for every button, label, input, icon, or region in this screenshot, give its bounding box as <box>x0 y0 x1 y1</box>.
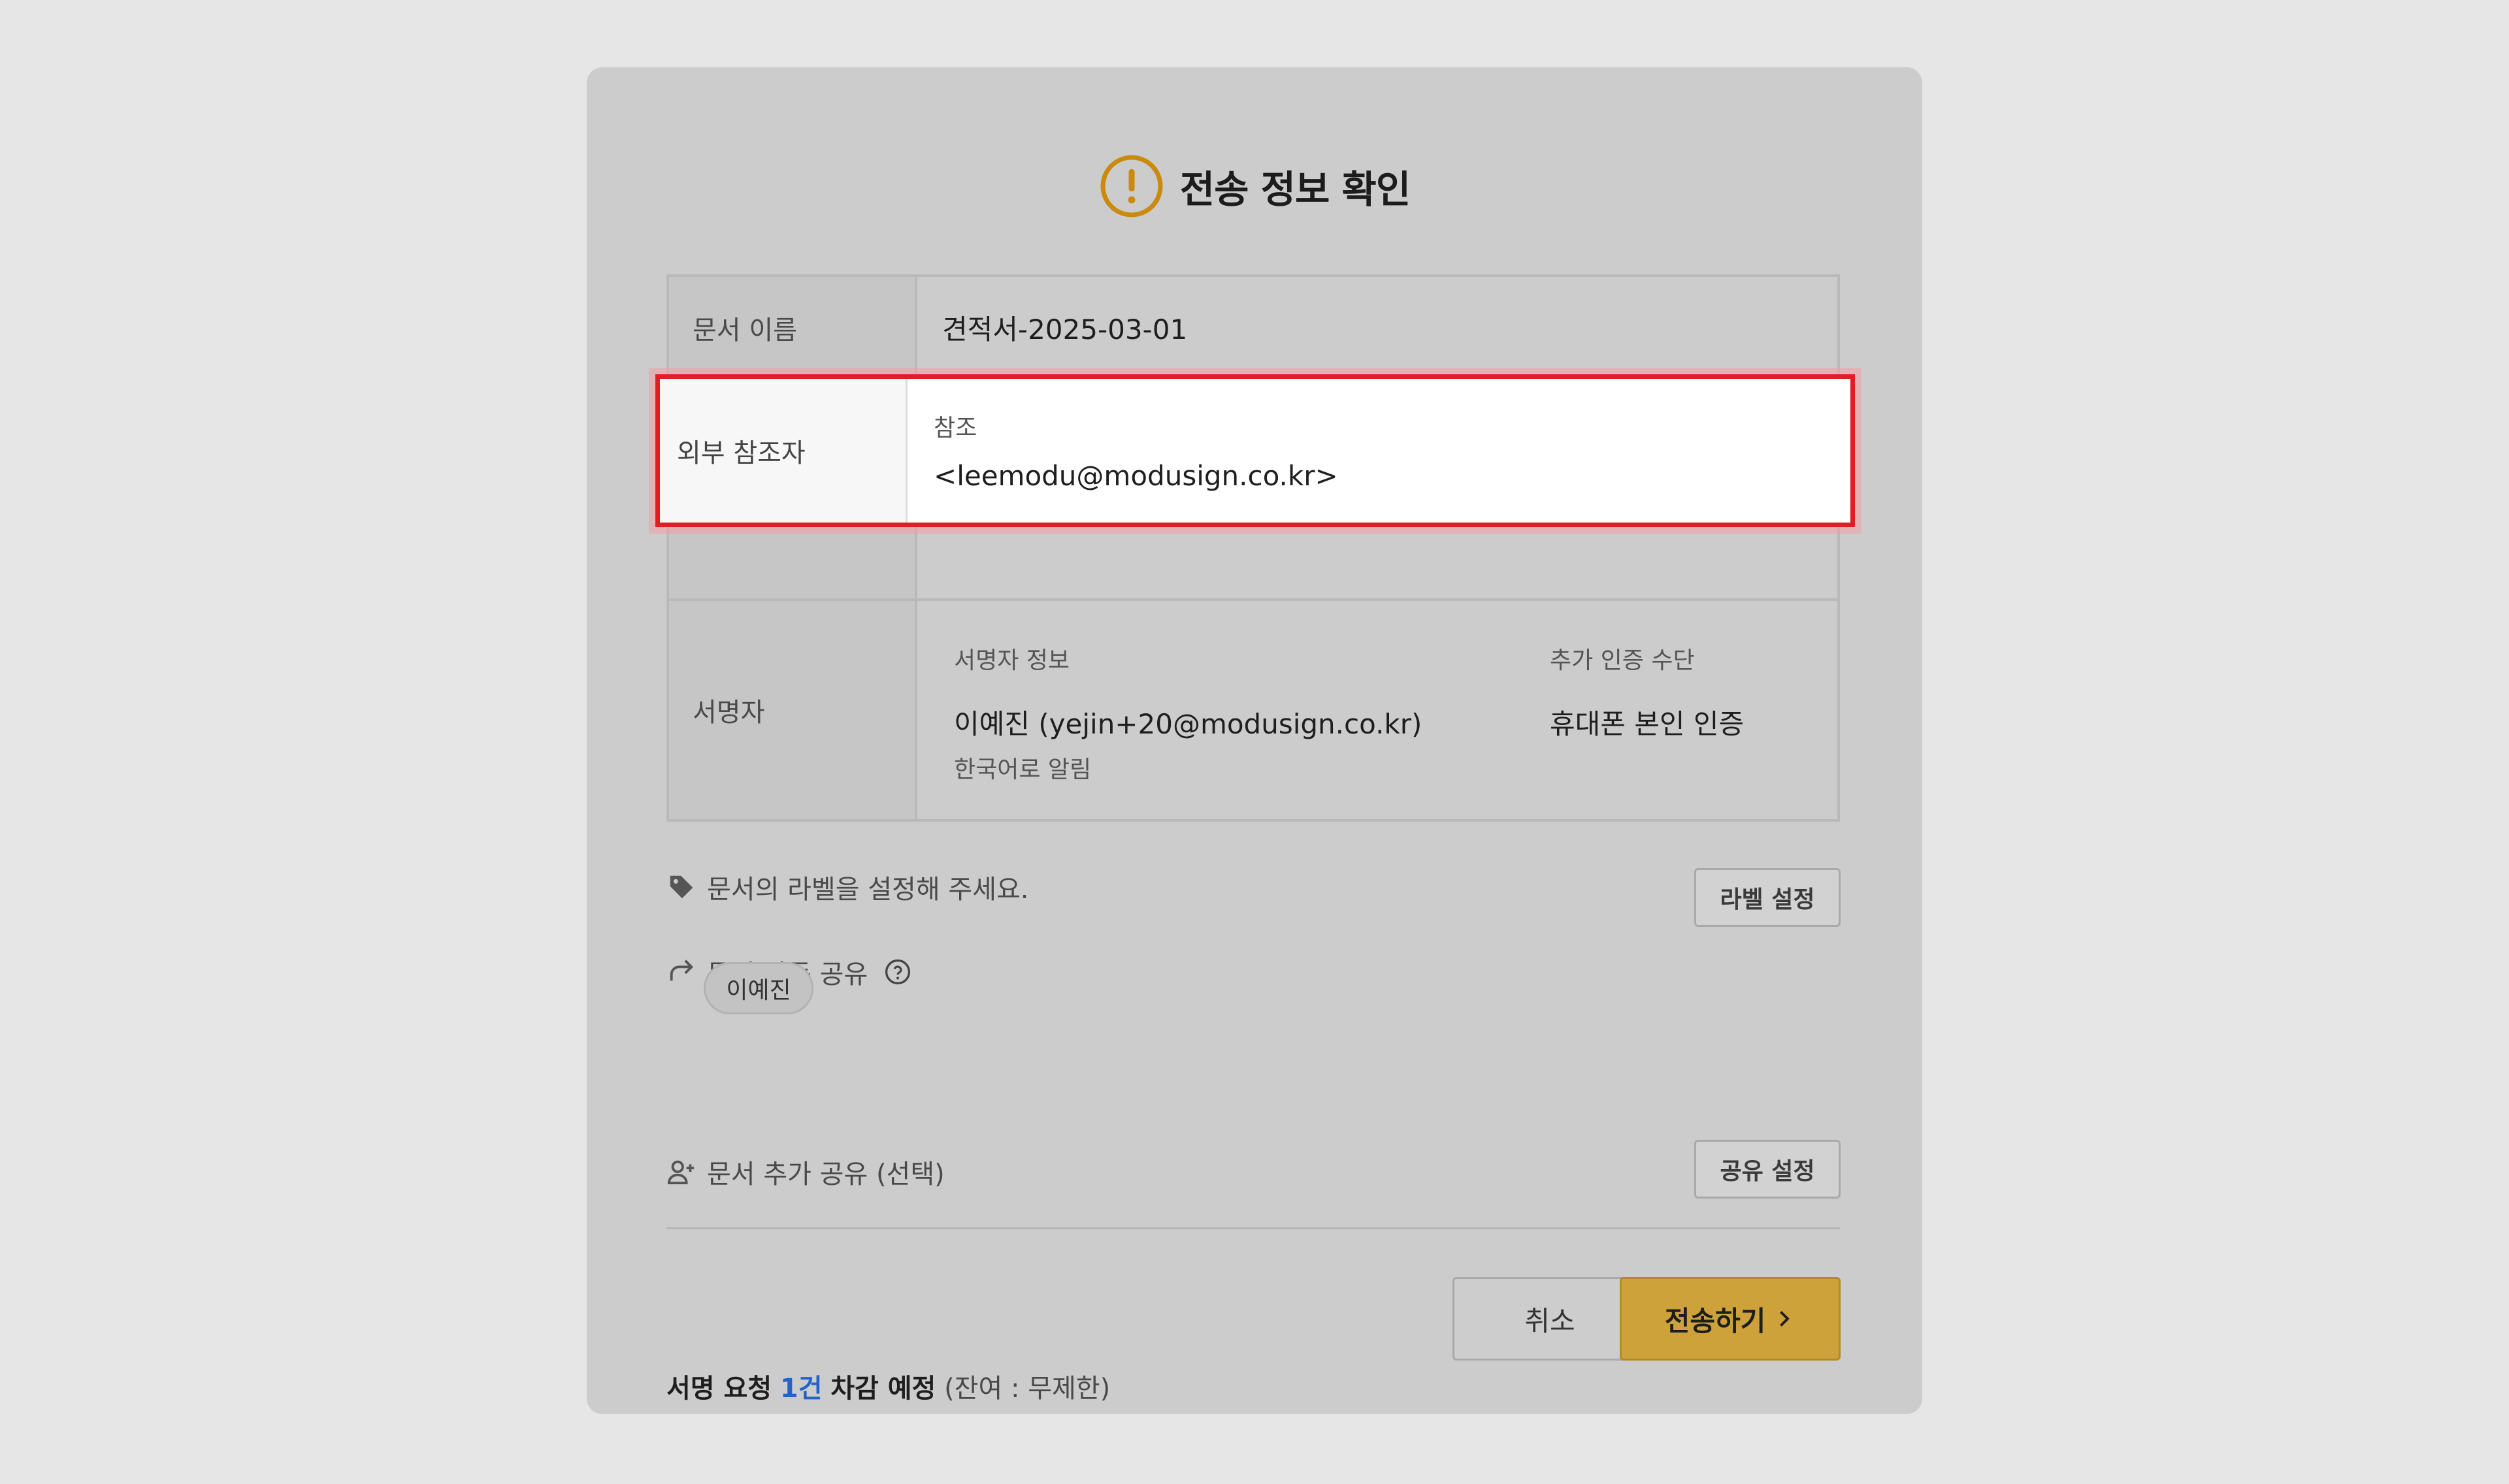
signer-info-header: 서명자 정보 <box>954 647 1070 674</box>
send-button-label: 전송하기 <box>1664 1304 1766 1337</box>
tag-icon <box>670 875 693 899</box>
usage-count: 1건 <box>779 1374 823 1404</box>
signer-label: 서명자 <box>669 601 917 819</box>
label-setting-button[interactable]: 라벨 설정 <box>1694 868 1841 927</box>
auto-share-recipient-chip: 이예진 <box>704 962 813 1014</box>
signature-usage-summary: 서명 요청 1건 차감 예정 (잔여 : 무제한) <box>666 1367 1110 1405</box>
signer-details: 서명자 정보 추가 인증 수단 이예진 (yejin+20@modusign.c… <box>917 601 1837 819</box>
usage-suffix: 차감 예정 <box>830 1374 936 1404</box>
usage-remaining: (잔여 : 무제한) <box>944 1374 1111 1404</box>
reference-email: <leemodu@modusign.co.kr> <box>934 460 1338 492</box>
usage-prefix: 서명 요청 <box>666 1374 772 1404</box>
send-button[interactable]: 전송하기 <box>1620 1277 1841 1361</box>
question-circle-icon[interactable] <box>883 958 912 986</box>
add-user-icon <box>667 1160 695 1185</box>
external-reference-row[interactable]: 외부 참조자 참조 <leemodu@modusign.co.kr> <box>655 374 1855 527</box>
label-setting-row: 문서의 라벨을 설정해 주세요. <box>666 868 1028 906</box>
warning-circle-icon <box>1100 155 1163 218</box>
label-setting-text: 문서의 라벨을 설정해 주세요. <box>707 875 1029 905</box>
additional-share-text: 문서 추가 공유 (선택) <box>707 1159 945 1189</box>
document-name-label: 문서 이름 <box>669 277 917 378</box>
auth-method-value: 휴대폰 본인 인증 <box>1550 708 1745 740</box>
cancel-button[interactable]: 취소 <box>1452 1277 1647 1361</box>
send-confirm-dialog: 전송 정보 확인 문서 이름 견적서-2025-03-01 서명자 서명자 정보… <box>587 67 1922 1414</box>
share-arrow-icon <box>670 960 694 981</box>
auth-method-header: 추가 인증 수단 <box>1550 647 1695 674</box>
dialog-header: 전송 정보 확인 <box>587 153 1922 219</box>
reference-type: 참조 <box>934 415 977 442</box>
additional-share-row: 문서 추가 공유 (선택) <box>666 1153 945 1191</box>
external-reference-label: 외부 참조자 <box>660 379 908 523</box>
share-setting-button[interactable]: 공유 설정 <box>1694 1140 1841 1199</box>
footer-divider <box>666 1227 1840 1229</box>
dialog-title: 전송 정보 확인 <box>1179 167 1411 212</box>
notification-language: 한국어로 알림 <box>954 756 1092 783</box>
external-reference-details: 참조 <leemodu@modusign.co.kr> <box>908 379 1850 523</box>
document-name-row: 문서 이름 견적서-2025-03-01 <box>666 274 1840 378</box>
signer-row: 서명자 서명자 정보 추가 인증 수단 이예진 (yejin+20@modusi… <box>666 598 1840 822</box>
document-name-value: 견적서-2025-03-01 <box>942 314 1188 346</box>
signer-name-email: 이예진 (yejin+20@modusign.co.kr) <box>954 708 1422 740</box>
send-info-table: 문서 이름 견적서-2025-03-01 서명자 서명자 정보 추가 인증 수단… <box>666 274 1840 822</box>
chevron-right-icon <box>1780 1311 1790 1327</box>
